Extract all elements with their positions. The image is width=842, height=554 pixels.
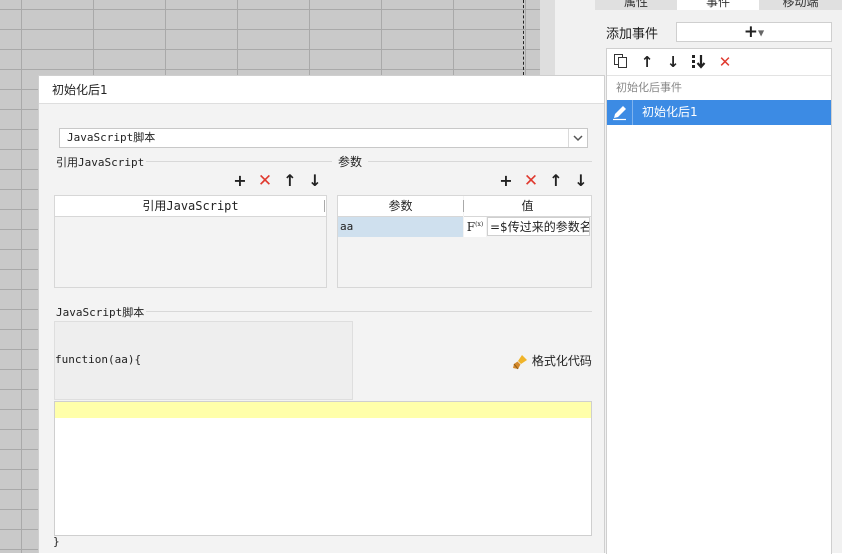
formula-button[interactable]: F(x) <box>464 217 486 237</box>
param-value-input[interactable]: =$传过来的参数名 <box>487 217 590 236</box>
param-name-header[interactable]: 参数 <box>338 196 463 217</box>
param-delete-icon[interactable]: ✕ <box>522 172 540 190</box>
dialog-title: 初始化后1 <box>39 76 604 104</box>
script-section-title: JavaScript脚本 <box>56 306 145 319</box>
code-editor[interactable] <box>54 401 592 536</box>
param-add-icon[interactable]: + <box>497 172 515 190</box>
function-header: function(aa){ <box>55 353 142 366</box>
delete-icon[interactable]: ✕ <box>716 53 734 71</box>
format-code-button[interactable]: 格式化代码 <box>512 352 592 370</box>
move-down-icon[interactable]: ↓ <box>664 53 682 71</box>
page-break-line <box>523 0 524 75</box>
param-section-title: 参数 <box>338 155 363 169</box>
event-item-label: 初始化后1 <box>642 105 698 119</box>
event-item-selected[interactable]: 初始化后1 <box>607 100 831 125</box>
move-up-icon[interactable]: ↑ <box>638 53 656 71</box>
param-move-up-icon[interactable]: ↑ <box>547 172 565 190</box>
script-type-select[interactable]: JavaScript脚本 <box>59 128 588 148</box>
copy-icon[interactable] <box>612 53 630 71</box>
event-edit-dialog: 初始化后1 JavaScript脚本 引用JavaScript + ✕ ↑ ↓ … <box>38 75 605 553</box>
ref-js-column-header[interactable]: 引用JavaScript <box>55 196 326 217</box>
tab-events[interactable]: 事件 <box>677 0 759 10</box>
ref-js-table: 引用JavaScript <box>54 195 327 288</box>
ref-move-up-icon[interactable]: ↑ <box>281 172 299 190</box>
edit-pencil-icon[interactable] <box>607 100 633 125</box>
ref-delete-icon[interactable]: ✕ <box>256 172 274 190</box>
plus-icon: + <box>743 22 759 42</box>
param-move-down-icon[interactable]: ↓ <box>572 172 590 190</box>
add-event-label: 添加事件 <box>606 27 659 42</box>
param-name-cell[interactable]: aa <box>338 217 463 237</box>
function-header-box: function(aa){ <box>54 321 353 400</box>
param-value-header[interactable]: 值 <box>464 196 591 217</box>
ref-js-divider <box>146 161 332 162</box>
script-divider <box>146 311 592 312</box>
ref-js-section-title: 引用JavaScript <box>56 156 145 169</box>
function-footer: } <box>53 535 60 548</box>
format-code-label: 格式化代码 <box>531 354 592 368</box>
add-event-button[interactable]: +▼ <box>676 22 832 42</box>
move-bottom-icon[interactable] <box>690 53 708 71</box>
formula-icon: F <box>466 220 476 234</box>
script-type-value: JavaScript脚本 <box>67 131 156 144</box>
param-divider <box>368 161 592 162</box>
column-separator <box>324 200 325 212</box>
brush-icon <box>512 354 528 370</box>
param-table: 参数 值 aa F(x) =$传过来的参数名 <box>337 195 592 288</box>
ref-move-down-icon[interactable]: ↓ <box>306 172 324 190</box>
tab-mobile[interactable]: 移动端 <box>759 0 842 10</box>
ref-add-icon[interactable]: + <box>231 172 249 190</box>
formula-icon-sup: (x) <box>475 221 484 228</box>
event-list: ↑ ↓ ✕ 初始化后事件 初始化后1 <box>606 48 832 554</box>
current-line-highlight <box>55 402 591 418</box>
caret-down-icon: ▼ <box>758 28 765 38</box>
chevron-down-icon[interactable] <box>568 129 587 147</box>
event-group-label: 初始化后事件 <box>607 75 831 99</box>
tab-properties[interactable]: 属性 <box>595 0 677 10</box>
